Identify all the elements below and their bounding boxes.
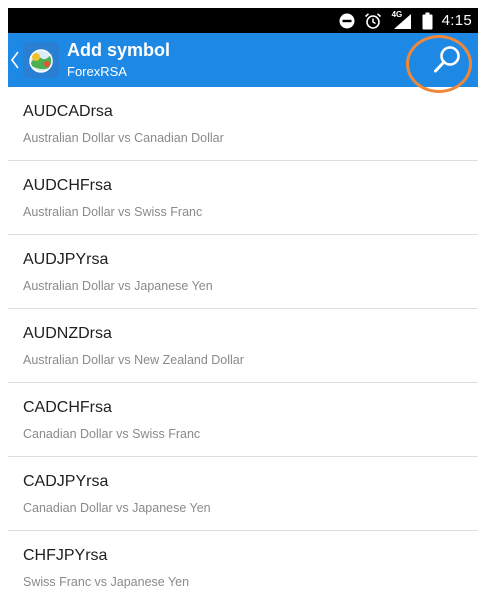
alarm-icon <box>364 12 382 30</box>
symbol-description: Australian Dollar vs Japanese Yen <box>23 279 213 293</box>
app-logo-icon[interactable] <box>23 42 59 78</box>
list-item[interactable]: CADCHFrsa Canadian Dollar vs Swiss Franc <box>8 383 478 457</box>
list-item[interactable]: CHFJPYrsa Swiss Franc vs Japanese Yen <box>8 531 478 590</box>
list-item[interactable]: AUDJPYrsa Australian Dollar vs Japanese … <box>8 235 478 309</box>
symbol-name: CHFJPYrsa <box>23 547 108 564</box>
status-bar: 4G 4:15 <box>8 8 478 33</box>
list-item[interactable]: AUDCHFrsa Australian Dollar vs Swiss Fra… <box>8 161 478 235</box>
app-bar: Add symbol ForexRSA <box>8 33 478 87</box>
symbol-description: Australian Dollar vs Swiss Franc <box>23 205 203 219</box>
app-title: Add symbol <box>67 40 171 60</box>
symbol-description: Australian Dollar vs Canadian Dollar <box>23 131 224 145</box>
screen: 4G 4:15 Add symbol ForexRSA AUDCADrsa Au… <box>0 0 478 590</box>
list-item[interactable]: CADJPYrsa Canadian Dollar vs Japanese Ye… <box>8 457 478 531</box>
symbol-name: AUDCADrsa <box>23 103 113 120</box>
app-subtitle: ForexRSA <box>67 64 127 79</box>
symbol-name: CADCHFrsa <box>23 399 112 416</box>
signal-icon: 4G <box>391 9 413 30</box>
symbol-description: Canadian Dollar vs Japanese Yen <box>23 501 211 515</box>
search-icon[interactable] <box>432 45 462 75</box>
symbol-name: AUDNZDrsa <box>23 325 112 342</box>
do-not-disturb-icon <box>339 13 355 29</box>
back-chevron-icon[interactable] <box>10 50 20 70</box>
symbol-name: CADJPYrsa <box>23 473 109 490</box>
network-label: 4G <box>391 9 403 19</box>
symbol-description: Australian Dollar vs New Zealand Dollar <box>23 353 244 367</box>
list-item[interactable]: AUDNZDrsa Australian Dollar vs New Zeala… <box>8 309 478 383</box>
battery-icon <box>422 12 433 30</box>
symbol-list: AUDCADrsa Australian Dollar vs Canadian … <box>8 87 478 590</box>
status-time: 4:15 <box>441 12 472 29</box>
list-item[interactable]: AUDCADrsa Australian Dollar vs Canadian … <box>8 87 478 161</box>
symbol-name: AUDCHFrsa <box>23 177 112 194</box>
symbol-name: AUDJPYrsa <box>23 251 109 268</box>
symbol-description: Swiss Franc vs Japanese Yen <box>23 575 190 589</box>
symbol-description: Canadian Dollar vs Swiss Franc <box>23 427 201 441</box>
